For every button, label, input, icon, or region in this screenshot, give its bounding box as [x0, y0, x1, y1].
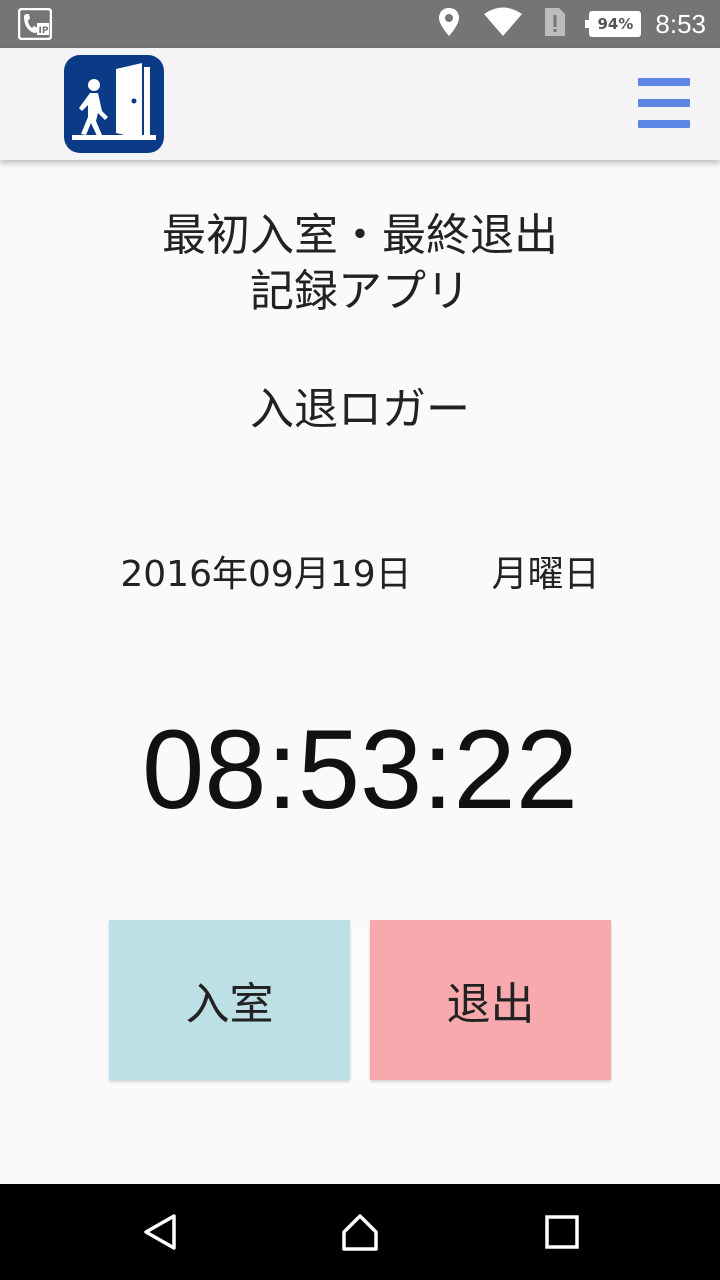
- status-bar: IP 94% 8:53: [0, 0, 720, 48]
- svg-text:IP: IP: [39, 26, 49, 36]
- battery-icon: 94%: [585, 11, 642, 37]
- menu-line: [638, 120, 690, 128]
- app-description: 最初入室・最終退出 記録アプリ: [0, 208, 720, 320]
- app-bar: [0, 48, 720, 160]
- sim-alert-icon: [543, 6, 567, 42]
- back-icon[interactable]: [140, 1212, 180, 1252]
- ip-phone-icon: IP: [17, 7, 53, 41]
- exit-room-button[interactable]: 退出: [370, 920, 611, 1080]
- date-row: 2016年09月19日 月曜日: [0, 550, 720, 600]
- hamburger-menu-icon[interactable]: [636, 74, 692, 132]
- location-icon: [437, 7, 461, 41]
- status-icons: 94% 8:53: [423, 0, 706, 48]
- home-icon[interactable]: [340, 1212, 380, 1252]
- menu-line: [638, 78, 690, 86]
- recent-apps-icon[interactable]: [542, 1212, 582, 1252]
- exit-door-person-icon: [64, 55, 164, 153]
- current-date: 2016年09月19日: [120, 554, 412, 595]
- app-name: 入退ロガー: [250, 384, 470, 435]
- enter-room-button[interactable]: 入室: [109, 920, 350, 1080]
- current-time-clock: 08:53:22: [142, 707, 578, 832]
- navigation-bar: [0, 1184, 720, 1280]
- current-weekday: 月曜日: [491, 554, 600, 595]
- wifi-icon: [483, 7, 523, 41]
- status-time: 8:53: [655, 8, 706, 39]
- battery-level: 94%: [597, 15, 634, 33]
- menu-line: [638, 99, 690, 107]
- title-line-1: 最初入室・最終退出: [162, 210, 558, 261]
- title-line-2: 記録アプリ: [250, 266, 470, 317]
